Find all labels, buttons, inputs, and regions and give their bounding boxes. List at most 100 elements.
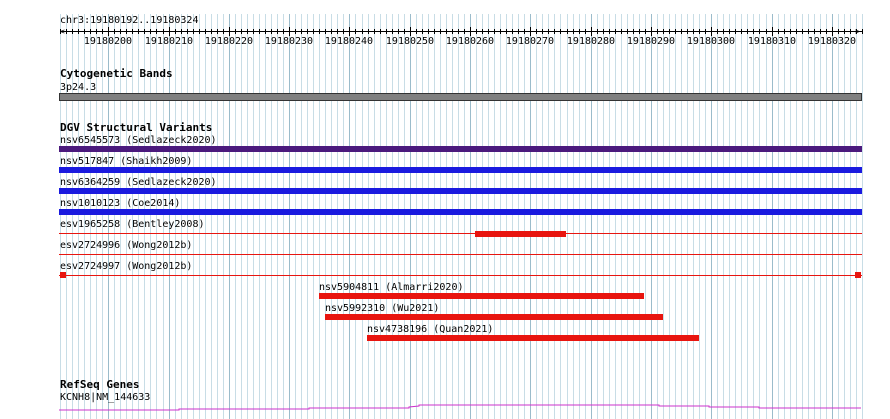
variant-bar[interactable] — [475, 231, 566, 237]
variant-bar[interactable] — [325, 314, 663, 320]
variant-bar[interactable] — [367, 335, 699, 341]
grid-line — [416, 14, 417, 419]
grid-line — [699, 14, 700, 419]
grid-line — [283, 14, 284, 419]
grid-line — [428, 14, 429, 419]
grid-line — [735, 14, 736, 419]
ruler-tick — [633, 29, 634, 34]
grid-line — [410, 14, 411, 419]
grid-line — [850, 14, 851, 419]
ruler-tick — [554, 29, 555, 34]
ruler-tick — [349, 27, 350, 36]
ruler-tick — [766, 29, 767, 34]
ruler-tick — [844, 29, 845, 34]
ruler-tick — [560, 29, 561, 34]
variant-label: esv2724997 (Wong2012b) — [60, 261, 193, 272]
gene-intron-line[interactable] — [59, 400, 862, 412]
ruler-tick — [319, 29, 320, 34]
ruler-tick — [247, 29, 248, 34]
ruler-tick — [850, 29, 851, 34]
ruler-tick — [518, 29, 519, 34]
ruler-tick — [838, 29, 839, 34]
ruler-tick — [729, 29, 730, 34]
variant-line[interactable] — [59, 254, 862, 255]
ruler-tick — [820, 29, 821, 34]
genome-browser-image[interactable]: chr3:19180192..19180324 < > 19180200 1918… — [0, 0, 890, 419]
grid-line — [440, 14, 441, 419]
ruler-tick — [741, 29, 742, 34]
grid-line — [862, 14, 863, 419]
ruler-tick — [669, 29, 670, 34]
variant-bar[interactable] — [59, 167, 862, 173]
ruler-tick — [548, 29, 549, 34]
grid-line — [470, 14, 471, 419]
grid-line — [542, 14, 543, 419]
grid-line — [530, 14, 531, 419]
ruler-tick — [169, 27, 170, 36]
ruler-tick — [325, 29, 326, 34]
variant-bar[interactable] — [59, 209, 862, 215]
ruler-tick — [772, 27, 773, 36]
ruler-tick — [814, 29, 815, 34]
ruler-tick — [452, 29, 453, 34]
variant-bar[interactable] — [59, 146, 862, 152]
ruler-tick — [639, 29, 640, 34]
grid-line — [609, 14, 610, 419]
ruler-tick — [307, 29, 308, 34]
grid-line — [211, 14, 212, 419]
ruler-tick — [458, 29, 459, 34]
grid-line — [301, 14, 302, 419]
grid-line — [404, 14, 405, 419]
grid-line — [193, 14, 194, 419]
grid-line — [627, 14, 628, 419]
ruler-tick — [380, 29, 381, 34]
grid-line — [633, 14, 634, 419]
variant-end-marker — [855, 272, 861, 278]
position-label: chr3:19180192..19180324 — [60, 15, 199, 26]
ruler-tick — [368, 29, 369, 34]
ruler-tick — [259, 29, 260, 34]
grid-line — [591, 14, 592, 419]
ruler-tick — [464, 29, 465, 34]
variant-line[interactable] — [59, 275, 862, 276]
ruler-tick — [331, 29, 332, 34]
grid-line — [355, 14, 356, 419]
grid-line — [265, 14, 266, 419]
cytoband-track-title[interactable]: Cytogenetic Bands — [60, 68, 173, 80]
grid-line — [705, 14, 706, 419]
grid-line — [723, 14, 724, 419]
ruler-tick — [410, 27, 411, 36]
ruler-tick — [651, 27, 652, 36]
ruler-tick — [862, 29, 863, 34]
ruler-tick — [283, 29, 284, 34]
grid-line — [687, 14, 688, 419]
ruler-tick — [96, 29, 97, 34]
grid-line — [205, 14, 206, 419]
grid-line — [307, 14, 308, 419]
ruler-tick — [681, 29, 682, 34]
variant-bar[interactable] — [59, 188, 862, 194]
grid-line — [675, 14, 676, 419]
grid-line — [536, 14, 537, 419]
ruler-tick — [832, 27, 833, 36]
grid-line — [277, 14, 278, 419]
grid-line — [560, 14, 561, 419]
grid-line — [711, 14, 712, 419]
ruler-tick — [784, 29, 785, 34]
dgv-track-title[interactable]: DGV Structural Variants — [60, 122, 212, 134]
grid-line — [343, 14, 344, 419]
grid-line — [603, 14, 604, 419]
ruler-tick — [609, 29, 610, 34]
ruler-tick — [253, 29, 254, 34]
grid-line — [766, 14, 767, 419]
grid-line — [500, 14, 501, 419]
ruler-tick — [156, 29, 157, 34]
refseq-track-title[interactable]: RefSeq Genes — [60, 379, 139, 391]
cytoband-bar[interactable] — [59, 93, 862, 101]
ruler-tick-label: 19180270 — [505, 36, 555, 47]
variant-bar[interactable] — [319, 293, 644, 299]
grid-line — [681, 14, 682, 419]
grid-line — [380, 14, 381, 419]
ruler-tick-label: 19180210 — [144, 36, 194, 47]
ruler-tick — [301, 29, 302, 34]
